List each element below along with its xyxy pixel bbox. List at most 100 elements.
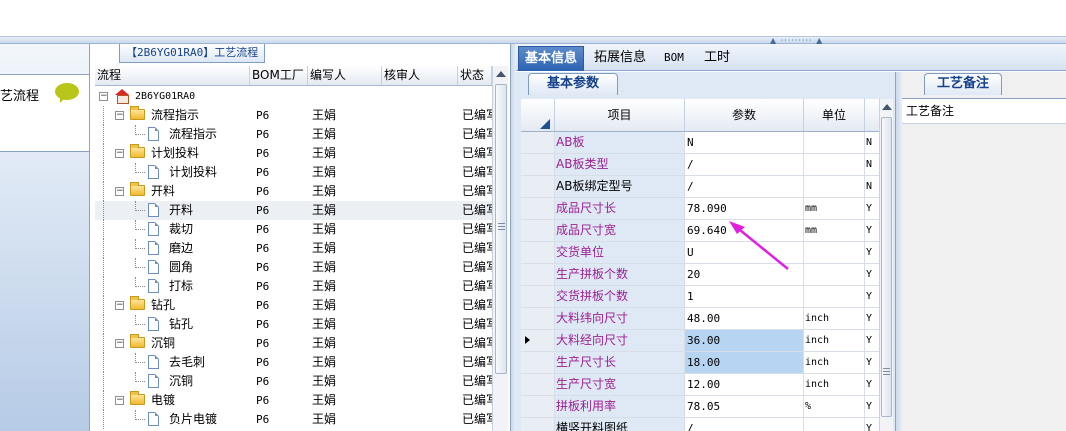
row-indicator[interactable]	[521, 264, 555, 285]
param-unit-cell[interactable]: inch	[804, 352, 865, 373]
tab-basic-info[interactable]: 基本信息	[518, 46, 585, 71]
param-row[interactable]: 生产尺寸长 18.00 inch Y	[521, 352, 879, 374]
row-indicator[interactable]	[521, 396, 555, 417]
row-indicator[interactable]	[521, 220, 555, 241]
param-row[interactable]: 交货拼板个数 1 Y	[521, 286, 879, 308]
tab-bom[interactable]: BOM	[658, 46, 690, 71]
tree-row[interactable]: − 钻孔 P6 王娟 已编写	[95, 296, 492, 315]
tree-row[interactable]: 打标 P6 王娟 已编写	[95, 277, 492, 296]
tree-node-label[interactable]: 开料	[151, 182, 175, 201]
collapse-icon[interactable]: −	[115, 187, 124, 196]
tree-row[interactable]: 圆角 P6 王娟 已编写	[95, 258, 492, 277]
row-indicator[interactable]	[521, 308, 555, 329]
row-indicator[interactable]	[521, 352, 555, 373]
tree-row[interactable]: 钻孔 P6 王娟 已编写	[95, 315, 492, 334]
scroll-thumb[interactable]	[881, 117, 892, 417]
tree-node-label[interactable]: 裁切	[169, 220, 193, 239]
param-unit-cell[interactable]: mm	[804, 198, 865, 219]
collapse-icon[interactable]: −	[115, 149, 124, 158]
tree-cell[interactable]: 流程指示	[95, 125, 250, 144]
param-row[interactable]: 横竖开料图纸 / Y	[521, 418, 879, 431]
scroll-thumb[interactable]	[495, 84, 507, 374]
param-row[interactable]: 成品尺寸长 78.090 mm Y	[521, 198, 879, 220]
column-header-reviewer[interactable]: 核审人	[382, 66, 458, 85]
tree-cell[interactable]: 计划投料	[95, 163, 250, 182]
param-unit-cell[interactable]	[804, 176, 865, 197]
horizontal-splitter[interactable]	[0, 36, 1066, 44]
param-unit-cell[interactable]	[804, 154, 865, 175]
tree-node-label[interactable]: 沉铜	[169, 372, 193, 391]
param-value-cell[interactable]: 12.00	[685, 374, 804, 395]
param-value-cell[interactable]: /	[685, 176, 804, 197]
tree-cell[interactable]: − 计划投料	[95, 144, 250, 163]
column-header-unit[interactable]: 单位	[804, 99, 865, 131]
column-header-flow[interactable]: 流程	[95, 66, 250, 85]
params-scrollbar[interactable]	[879, 99, 893, 431]
tree-node-label[interactable]: 计划投料	[169, 163, 217, 182]
column-header-status[interactable]: 状态	[458, 66, 492, 85]
tree-row[interactable]: − 计划投料 P6 王娟 已编写	[95, 144, 492, 163]
header-corner[interactable]	[521, 99, 555, 131]
row-indicator[interactable]	[521, 198, 555, 219]
tree-row[interactable]: 磨边 P6 王娟 已编写	[95, 239, 492, 258]
param-unit-cell[interactable]	[804, 242, 865, 263]
param-unit-cell[interactable]	[804, 264, 865, 285]
param-value-cell[interactable]: 36.00	[685, 330, 804, 351]
tree-cell[interactable]: 开料	[95, 201, 250, 220]
column-header-value[interactable]: 参数	[685, 99, 804, 131]
tree-cell[interactable]: 磨边	[95, 239, 250, 258]
tree-node-label[interactable]: 流程指示	[151, 106, 199, 125]
tree-node-label[interactable]: 去毛刺	[169, 353, 205, 372]
tree-node-label[interactable]: 负片电镀	[169, 410, 217, 429]
collapse-icon[interactable]: −	[115, 339, 124, 348]
column-header-factory[interactable]: BOM工厂	[250, 66, 308, 85]
scroll-up-icon[interactable]	[882, 104, 892, 110]
row-indicator[interactable]	[521, 176, 555, 197]
param-value-cell[interactable]: 18.00	[685, 352, 804, 373]
param-row[interactable]: 生产尺寸宽 12.00 inch Y	[521, 374, 879, 396]
tree-cell[interactable]: − 流程指示	[95, 106, 250, 125]
param-row[interactable]: 交货单位 U Y	[521, 242, 879, 264]
tree-row[interactable]: 裁切 P6 王娟 已编写	[95, 220, 492, 239]
tree-node-label[interactable]: 圆角	[169, 258, 193, 277]
param-row[interactable]: 成品尺寸宽 69.640 mm Y	[521, 220, 879, 242]
scroll-up-icon[interactable]	[496, 71, 506, 77]
tree-row[interactable]: − 沉铜 P6 王娟 已编写	[95, 334, 492, 353]
tree-node-label[interactable]: 钻孔	[169, 315, 193, 334]
param-value-cell[interactable]: /	[685, 418, 804, 431]
param-unit-cell[interactable]: mm	[804, 220, 865, 241]
param-row[interactable]: AB板绑定型号 / N	[521, 176, 879, 198]
param-unit-cell[interactable]	[804, 418, 865, 431]
column-header-item[interactable]: 项目	[555, 99, 685, 131]
param-value-cell[interactable]: N	[685, 132, 804, 153]
param-value-cell[interactable]: 1	[685, 286, 804, 307]
tree-cell[interactable]: 去毛刺	[95, 353, 250, 372]
tree-cell[interactable]: − 开料	[95, 182, 250, 201]
tree-node-label[interactable]: 2B6YG01RA0	[135, 87, 195, 106]
tree-node-label[interactable]: 沉铜	[151, 334, 175, 353]
row-indicator[interactable]	[521, 330, 555, 351]
tree-node-label[interactable]: 流程指示	[169, 125, 217, 144]
nav-card-process[interactable]: 艺流程	[0, 74, 89, 152]
tree-row[interactable]: 流程指示 P6 王娟 已编写	[95, 125, 492, 144]
row-indicator[interactable]	[521, 418, 555, 431]
tree-row[interactable]: 负片电镀 P6 王娟 已编写	[95, 410, 492, 429]
param-row[interactable]: 大料经向尺寸 36.00 inch Y	[521, 330, 879, 352]
tree-node-label[interactable]: 电镀	[151, 391, 175, 410]
tree-cell[interactable]: 圆角	[95, 258, 250, 277]
tree-cell[interactable]: − 沉铜	[95, 334, 250, 353]
param-value-cell[interactable]: 78.090	[685, 198, 804, 219]
collapse-icon[interactable]: −	[115, 111, 124, 120]
param-value-cell[interactable]: 78.05	[685, 396, 804, 417]
row-indicator[interactable]	[521, 374, 555, 395]
tree-row[interactable]: − 开料 P6 王娟 已编写	[95, 182, 492, 201]
tree-cell[interactable]: 钻孔	[95, 315, 250, 334]
row-indicator[interactable]	[521, 242, 555, 263]
column-header-writer[interactable]: 编写人	[308, 66, 382, 85]
tab-labor-hours[interactable]: 工时	[698, 46, 736, 71]
param-row[interactable]: AB板 N N	[521, 132, 879, 154]
param-unit-cell[interactable]: inch	[804, 374, 865, 395]
collapse-icon[interactable]: −	[115, 396, 124, 405]
param-row[interactable]: AB板类型 / N	[521, 154, 879, 176]
collapse-icon[interactable]: −	[115, 301, 124, 310]
